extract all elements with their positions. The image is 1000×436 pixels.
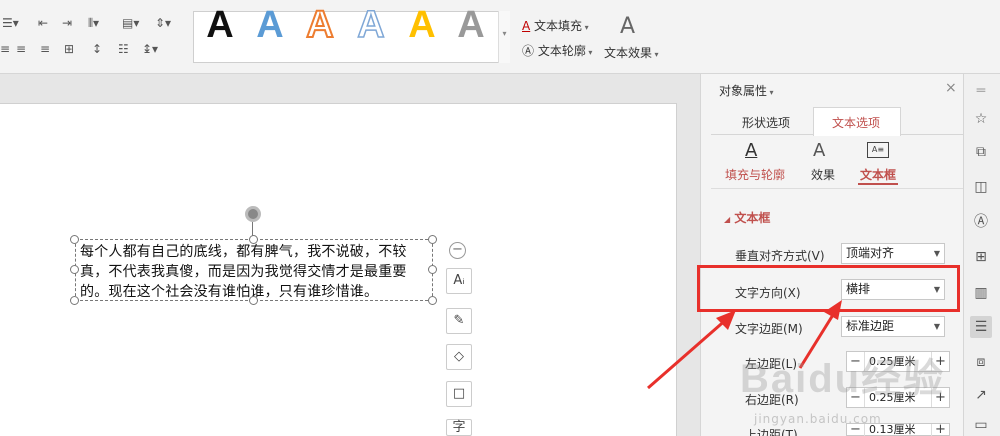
save-icon[interactable]: ▭ xyxy=(970,414,992,436)
align-center-icon[interactable]: ≡ xyxy=(16,40,26,58)
chart-icon[interactable]: ▥ xyxy=(970,282,992,304)
shapes-icon[interactable]: ⧉ xyxy=(970,141,992,163)
textbox-icon[interactable]: A≡ xyxy=(867,142,889,158)
watermark-url: jingyan.baidu.com xyxy=(754,412,882,426)
resize-handle-bottom-right[interactable] xyxy=(428,296,437,305)
panel-title[interactable]: 对象属性 ▾ xyxy=(719,82,774,99)
increase-indent-icon[interactable]: ⇥ xyxy=(62,14,72,32)
resize-handle-top-left[interactable] xyxy=(70,235,79,244)
rotate-handle-icon[interactable] xyxy=(245,206,261,222)
text-effect-icon[interactable]: A xyxy=(620,14,635,39)
grid-icon[interactable]: ⊞ xyxy=(970,246,992,268)
star-icon[interactable]: ☆ xyxy=(970,108,992,130)
sidebar-menu-icon[interactable]: ═ xyxy=(970,80,992,102)
spacing-menu-icon[interactable]: ↨▾ xyxy=(142,40,158,58)
shape-gallery-icon[interactable]: ◫ xyxy=(970,176,992,198)
justify-icon[interactable]: ☷ xyxy=(118,40,129,58)
resize-handle-top[interactable] xyxy=(249,235,258,244)
chevron-down-icon: ▼ xyxy=(933,285,940,294)
increment-icon[interactable]: + xyxy=(931,423,949,436)
text-outline-button[interactable]: Ⓐ 文本轮廓 ▾ xyxy=(522,42,592,59)
ribbon: ☰▾ ⇤ ⇥ ⫴▾ ▤▾ ⇕▾ ≡ ≡ ≡ ⊞ ↕ ☷ ↨▾ A A A A A… xyxy=(0,0,1000,74)
text-fill-label: 文本填充 xyxy=(534,19,583,33)
fill-outline-icon[interactable]: A xyxy=(745,140,757,161)
properties-icon[interactable]: ☰ xyxy=(970,316,992,338)
vertical-align-label: 垂直对齐方式(V) xyxy=(735,249,825,263)
text-style-icon[interactable]: Ⓐ xyxy=(970,211,992,233)
subtab-active-underline xyxy=(858,183,898,185)
column-icon[interactable]: ⇕▾ xyxy=(155,14,171,32)
resize-handle-top-right[interactable] xyxy=(428,235,437,244)
resize-handle-bottom-left[interactable] xyxy=(70,296,79,305)
text-effect-button[interactable]: 文本效果 ▾ xyxy=(604,44,659,61)
watermark-logo: Baidu经验 xyxy=(740,357,946,401)
resize-handle-right[interactable] xyxy=(428,265,437,274)
text-fill-button[interactable]: A 文本填充 ▾ xyxy=(522,17,589,34)
subtab-effects[interactable]: 效果 xyxy=(811,166,835,183)
collapse-icon[interactable]: − xyxy=(449,242,466,259)
text-box-content[interactable]: 每个人都有自己的底线，都有脾气，我不说破，不较真，不代表我真傻，而是因为我觉得交… xyxy=(80,242,430,302)
resize-handle-bottom[interactable] xyxy=(249,296,258,305)
subtab-fill-outline[interactable]: 填充与轮廓 xyxy=(725,166,785,183)
chevron-down-icon: ▼ xyxy=(933,249,940,258)
brush-icon[interactable]: ✎ xyxy=(446,308,472,334)
subtab-textbox[interactable]: 文本框 xyxy=(860,166,896,183)
vertical-align-select[interactable]: 顶端对齐 ▼ xyxy=(841,243,945,264)
line-spacing-icon[interactable]: ⫴▾ xyxy=(88,14,99,32)
section-header[interactable]: ◢ 文本框 xyxy=(724,209,770,226)
top-margin-label: 上边距(T) xyxy=(745,428,798,436)
divider xyxy=(711,188,963,189)
share-icon[interactable]: ↗ xyxy=(970,384,992,406)
text-box-icon[interactable]: ▤▾ xyxy=(122,14,139,32)
style-sample-orange-outline[interactable]: A xyxy=(301,5,339,45)
section-title: 文本框 xyxy=(734,211,771,225)
align-left-icon[interactable]: ≡ xyxy=(0,40,10,58)
text-wrap-icon[interactable]: Aᵢ xyxy=(446,268,472,294)
distribute-icon[interactable]: ⊞ xyxy=(64,40,74,58)
style-sample-gold[interactable]: A xyxy=(403,6,441,44)
gallery-more-icon[interactable]: ▾ xyxy=(498,11,510,63)
style-sample-black[interactable]: A xyxy=(201,6,239,44)
resize-handle-left[interactable] xyxy=(70,265,79,274)
text-icon[interactable]: 字 xyxy=(446,419,472,436)
collapse-triangle-icon: ◢ xyxy=(724,215,731,224)
tab-text-options[interactable]: 文本选项 xyxy=(832,114,880,131)
style-sample-blue[interactable]: A xyxy=(251,6,289,44)
tab-shape-options[interactable]: 形状选项 xyxy=(742,114,790,131)
fill-bucket-icon[interactable]: ◇ xyxy=(446,344,472,370)
align-right-icon[interactable]: ≡ xyxy=(40,40,50,58)
style-sample-gray[interactable]: A xyxy=(452,6,490,44)
text-effect-label: 文本效果 xyxy=(604,46,653,60)
bullet-list-icon[interactable]: ☰▾ xyxy=(2,14,19,32)
text-outline-icon: Ⓐ xyxy=(522,44,535,58)
copy-icon[interactable]: ⧈ xyxy=(970,351,992,373)
chevron-down-icon: ▼ xyxy=(933,322,940,331)
panel-title-label: 对象属性 xyxy=(719,84,768,98)
text-outline-label: 文本轮廓 xyxy=(537,44,586,58)
close-icon[interactable]: × xyxy=(945,80,957,96)
paragraph-spacing-icon[interactable]: ↕ xyxy=(92,40,102,58)
decrease-indent-icon[interactable]: ⇤ xyxy=(38,14,48,32)
style-sample-blue-outline[interactable]: A xyxy=(352,5,390,45)
outline-icon[interactable]: □ xyxy=(446,381,472,407)
text-fill-icon: A xyxy=(522,19,531,33)
vertical-align-value: 顶端对齐 xyxy=(846,246,895,260)
effects-icon[interactable]: A xyxy=(813,140,825,161)
